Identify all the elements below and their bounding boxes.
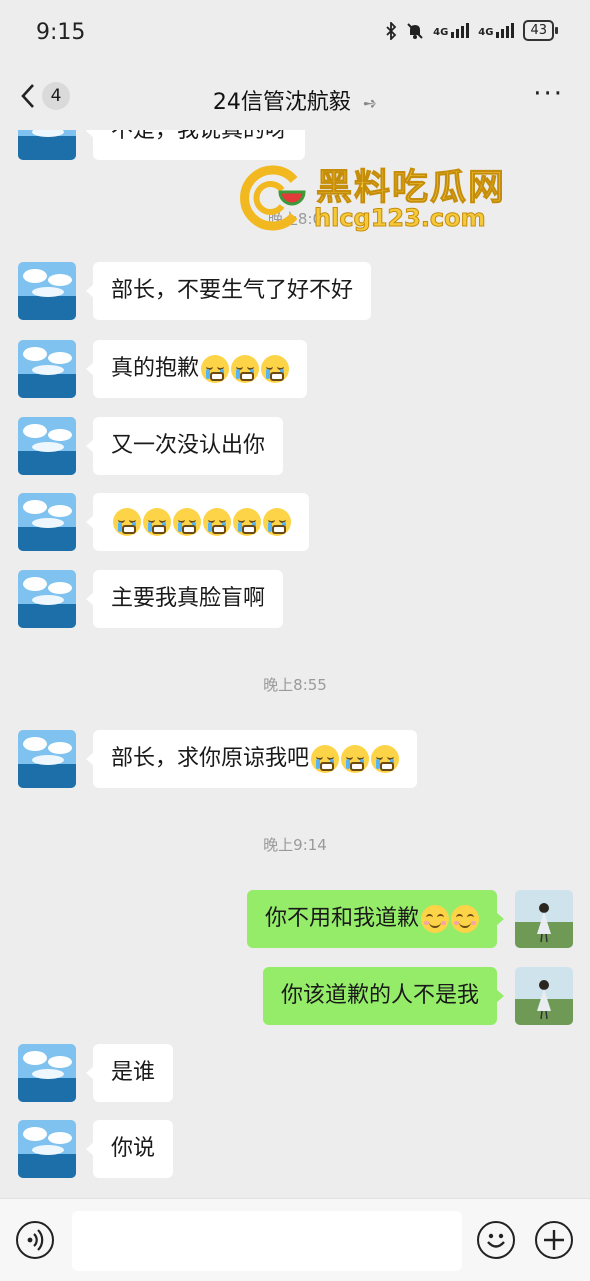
cry-laugh-emoji-icon [113,508,141,536]
cry-laugh-emoji-icon [311,745,340,773]
message-text: 部长，不要生气了好不好 [111,278,354,303]
cry-laugh-emoji-icon [341,745,370,773]
avatar[interactable] [18,730,76,788]
cry-laugh-emoji-icon [263,508,291,536]
smiley-icon [487,1233,505,1248]
watermark-title: 黑料吃瓜网 [315,167,507,209]
message-text: 你说 [111,1136,156,1161]
message-bubble[interactable]: 你说 [85,1120,174,1178]
more-options-button[interactable]: ··· [533,79,564,109]
watermark: 黑料吃瓜网 hlcg123.com [236,154,526,244]
smile-emoji-icon [451,905,479,933]
message-bubble[interactable]: 你该道歉的人不是我 [262,967,505,1025]
cry-laugh-emoji-icon [231,355,260,383]
chat-area[interactable]: 不是，我说真的呀 晚上8:0 部长，不要生气了好不好 真的抱歉 又一次没认出你 … [0,130,590,1198]
message-text: 真的抱歉 [111,356,200,381]
message-bubble[interactable]: 部长，求你原谅我吧 [85,730,418,788]
message-text: 主要我真脸盲啊 [111,586,266,611]
more-actions-button[interactable] [535,1221,573,1259]
emoji-button[interactable] [477,1221,515,1259]
message-text: 不是，我说真的呀 [111,130,288,143]
message-input[interactable] [72,1211,462,1271]
timestamp: 晚上9:14 [263,836,327,854]
avatar[interactable] [18,493,76,551]
signal-icon-2: 4G [478,23,515,38]
message-text: 又一次没认出你 [111,433,266,458]
avatar[interactable] [18,340,76,398]
network-label: 4G [433,27,449,38]
avatar[interactable] [18,417,76,475]
message-text: 你不用和我道歉 [264,906,419,931]
battery-icon: 43 [523,20,558,41]
avatar[interactable] [18,1044,76,1102]
message-bubble[interactable]: 主要我真脸盲啊 [85,570,284,628]
input-bar [0,1198,590,1281]
mute-bell-icon [407,22,423,39]
avatar[interactable] [18,130,76,160]
voice-icon [27,1229,44,1251]
network-label-2: 4G [478,27,494,38]
watermark-url: hlcg123.com [314,204,487,233]
cry-laugh-emoji-icon [261,355,290,383]
avatar[interactable] [515,967,573,1025]
avatar[interactable] [515,890,573,948]
page-title: 24信管沈航毅 ➺ [0,84,590,116]
bluetooth-icon [386,21,397,40]
message-text: 部长，求你原谅我吧 [111,746,310,771]
message-bubble[interactable]: 真的抱歉 [85,340,308,398]
avatar[interactable] [18,570,76,628]
cry-laugh-emoji-icon [201,355,230,383]
cry-laugh-emoji-icon [233,508,261,536]
cry-laugh-emoji-icon [203,508,231,536]
message-bubble[interactable]: 又一次没认出你 [85,417,284,475]
message-bubble[interactable]: 部长，不要生气了好不好 [85,262,372,320]
status-time: 9:15 [36,20,86,45]
cry-laugh-emoji-icon [173,508,201,536]
chat-title: 24信管沈航毅 [212,90,351,115]
watermark-logo-icon [240,165,306,231]
plus-icon [544,1230,564,1250]
status-bar: 9:15 4G 4G 43 [0,0,590,66]
cry-laugh-emoji-icon [143,508,171,536]
avatar[interactable] [18,1120,76,1178]
message-bubble[interactable] [86,493,309,551]
message-text: 是谁 [111,1060,156,1085]
timestamp: 晚上8:55 [263,676,327,694]
smile-emoji-icon [421,905,449,933]
voice-input-button[interactable] [16,1221,54,1259]
message-bubble[interactable]: 是谁 [85,1044,174,1102]
chat-header: 4 24信管沈航毅 ➺ ··· [0,66,590,130]
cry-laugh-emoji-icon [371,745,400,773]
earpiece-mode-icon: ➺ [362,94,378,114]
status-icons: 4G 4G 43 [385,20,558,41]
signal-icon: 4G [433,23,470,38]
avatar[interactable] [18,262,76,320]
message-text: 你该道歉的人不是我 [280,983,479,1008]
message-bubble[interactable]: 你不用和我道歉 [246,890,505,948]
